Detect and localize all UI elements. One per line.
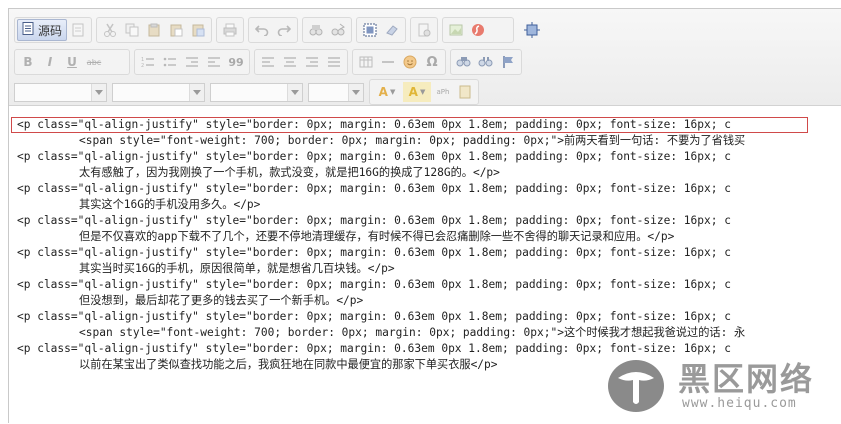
small-text-button[interactable]: aPh bbox=[433, 82, 453, 102]
find-icon[interactable] bbox=[306, 20, 326, 40]
subscript-button[interactable] bbox=[106, 52, 126, 72]
select-all-icon[interactable] bbox=[360, 20, 380, 40]
font-size-combo[interactable] bbox=[308, 82, 364, 102]
insert-objects-group: Ω bbox=[352, 49, 446, 75]
redo-icon[interactable] bbox=[274, 20, 294, 40]
remove-format-icon[interactable] bbox=[382, 20, 402, 40]
align-center-icon[interactable] bbox=[280, 52, 300, 72]
align-left-icon[interactable] bbox=[258, 52, 278, 72]
table-icon[interactable] bbox=[356, 52, 376, 72]
code-line: <p class="ql-align-justify" style="borde… bbox=[17, 310, 731, 323]
code-line: <p class="ql-align-justify" style="borde… bbox=[17, 182, 731, 195]
numbered-list-icon[interactable]: 12 bbox=[138, 52, 158, 72]
chevron-down-icon bbox=[348, 83, 363, 101]
outdent-icon[interactable] bbox=[182, 52, 202, 72]
bg-color-button[interactable]: A ▼ bbox=[403, 82, 431, 102]
bg-color-label: A bbox=[408, 85, 418, 99]
print-icon[interactable] bbox=[220, 20, 240, 40]
editor-toolbar: 源码 B I U abc 1 2 99 Ω A ▼ A ▼ aPh bbox=[9, 9, 841, 106]
text-color-button[interactable]: A ▼ bbox=[373, 82, 401, 102]
code-line: 但是不仅喜欢的app下载不了几个，还要不停地清理缓存，有时候不得已会忍痛删除一些… bbox=[79, 230, 675, 243]
unlink-icon[interactable] bbox=[476, 52, 496, 72]
smiley-icon[interactable] bbox=[400, 52, 420, 72]
chevron-down-icon bbox=[189, 83, 204, 101]
undo-icon[interactable] bbox=[252, 20, 272, 40]
code-line: <p class="ql-align-justify" style="borde… bbox=[17, 246, 731, 259]
align-group bbox=[254, 49, 348, 75]
code-line: 太有感触了，因为我刚换了一个手机，款式没变，就是把16G的换成了128G的。</… bbox=[79, 166, 500, 179]
code-line: <p class="ql-align-justify" style="borde… bbox=[17, 278, 731, 291]
history-group bbox=[248, 17, 299, 43]
code-line: 其实当时买16G的手机，原因很简单，就是想省几百块钱。</p> bbox=[79, 262, 395, 275]
blockquote-icon[interactable]: 99 bbox=[226, 52, 246, 72]
find-group bbox=[302, 17, 353, 43]
toolbar-row-2: B I U abc 12 99 Ω bbox=[14, 49, 526, 75]
paste-text-icon[interactable] bbox=[166, 20, 186, 40]
text-color-arrow-icon: ▼ bbox=[389, 88, 396, 96]
source-group: 源码 bbox=[14, 17, 93, 43]
code-line: <p class="ql-align-justify" style="borde… bbox=[17, 118, 731, 131]
chevron-down-icon bbox=[91, 83, 106, 101]
template-group bbox=[410, 17, 439, 43]
bold-button[interactable]: B bbox=[18, 52, 38, 72]
horizontal-rule-icon[interactable] bbox=[378, 52, 398, 72]
copy-icon[interactable] bbox=[122, 20, 142, 40]
color-group: A ▼ A ▼ aPh bbox=[369, 79, 479, 105]
code-line: <p class="ql-align-justify" style="borde… bbox=[17, 150, 731, 163]
watermark-url: www.heiqu.com bbox=[682, 396, 797, 411]
code-line: 以前在某宝出了类似查找功能之后，我疯狂地在同款中最便宜的那家下单买衣服</p> bbox=[79, 358, 498, 371]
align-right-icon[interactable] bbox=[302, 52, 322, 72]
insert-group bbox=[442, 17, 515, 43]
code-line: <span style="font-weight: 700; border: 0… bbox=[79, 134, 746, 147]
watermark: 黑区网络 www.heiqu.com bbox=[606, 352, 836, 418]
template-icon[interactable] bbox=[414, 20, 434, 40]
paste-word-icon[interactable] bbox=[188, 20, 208, 40]
preview-icon[interactable] bbox=[68, 20, 88, 40]
code-line: 但没想到，最后却花了更多的钱去买了一个新手机。</p> bbox=[79, 294, 364, 307]
watermark-logo-icon bbox=[608, 360, 664, 412]
anchor-icon[interactable] bbox=[498, 52, 518, 72]
code-line: 其实这个16G的手机没用多久。</p> bbox=[79, 198, 261, 211]
maximize-icon[interactable] bbox=[522, 20, 542, 40]
code-line: <span style="font-weight: 700; border: 0… bbox=[79, 326, 746, 339]
bg-color-arrow-icon: ▼ bbox=[419, 88, 426, 96]
link-group bbox=[450, 49, 522, 75]
styles-combo[interactable] bbox=[14, 82, 107, 102]
format-combo[interactable] bbox=[112, 82, 205, 102]
clipboard-group bbox=[96, 17, 213, 43]
toolbar-row-1: 源码 bbox=[14, 17, 550, 43]
cut-icon[interactable] bbox=[100, 20, 120, 40]
bulleted-list-icon[interactable] bbox=[160, 52, 180, 72]
basic-styles-group: B I U abc bbox=[14, 49, 130, 75]
italic-button[interactable]: I bbox=[40, 52, 60, 72]
replace-icon[interactable] bbox=[328, 20, 348, 40]
flash-icon[interactable] bbox=[468, 20, 488, 40]
source-button-label: 源码 bbox=[38, 23, 63, 38]
justify-icon[interactable] bbox=[324, 52, 344, 72]
source-button[interactable]: 源码 bbox=[17, 19, 68, 41]
list-group: 12 99 bbox=[134, 49, 250, 75]
paste-icon[interactable] bbox=[144, 20, 164, 40]
text-color-label: A bbox=[378, 85, 388, 99]
print-group bbox=[216, 17, 245, 43]
source-icon bbox=[22, 22, 34, 38]
strike-button[interactable]: abc bbox=[84, 52, 104, 72]
link-icon[interactable] bbox=[454, 52, 474, 72]
underline-button[interactable]: U bbox=[62, 52, 82, 72]
image-icon[interactable] bbox=[446, 20, 466, 40]
maximize-group bbox=[518, 17, 546, 43]
select-group bbox=[356, 17, 407, 43]
page-icon[interactable] bbox=[455, 82, 475, 102]
svg-text:2: 2 bbox=[141, 63, 144, 68]
special-char-icon[interactable]: Ω bbox=[422, 52, 442, 72]
watermark-title: 黑区网络 bbox=[678, 360, 815, 398]
insert-extra-icon[interactable] bbox=[490, 20, 510, 40]
font-combo[interactable] bbox=[210, 82, 303, 102]
code-line: <p class="ql-align-justify" style="borde… bbox=[17, 214, 731, 227]
indent-icon[interactable] bbox=[204, 52, 224, 72]
chevron-down-icon bbox=[287, 83, 302, 101]
toolbar-row-3: A ▼ A ▼ aPh bbox=[14, 79, 483, 105]
